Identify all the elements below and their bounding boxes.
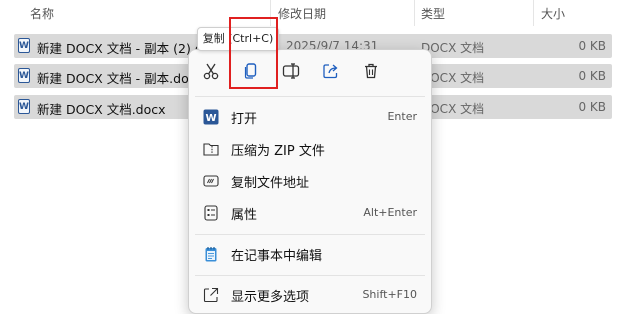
rename-button[interactable] <box>275 55 307 87</box>
column-divider[interactable] <box>414 0 415 26</box>
zip-folder-icon <box>203 143 219 156</box>
context-menu: W 打开 Enter 压缩为 ZIP 文件 复制文件地址 属性 Alt+Ente… <box>188 49 432 314</box>
menu-item-label: 复制文件地址 <box>231 176 310 191</box>
share-icon <box>323 64 338 79</box>
column-date[interactable]: 修改日期 <box>278 5 326 22</box>
menu-item-label: 属性 <box>231 208 258 223</box>
copy-path-icon <box>203 175 219 187</box>
menu-item-show-more-options[interactable]: 显示更多选项 Shift+F10 <box>195 280 425 310</box>
column-divider[interactable] <box>533 0 534 26</box>
cut-button[interactable] <box>195 55 227 87</box>
word-file-icon: W <box>18 38 30 53</box>
menu-divider <box>195 96 425 97</box>
column-name[interactable]: 名称 <box>30 5 54 22</box>
delete-button[interactable] <box>355 55 387 87</box>
menu-item-properties[interactable]: 属性 Alt+Enter <box>195 198 425 228</box>
file-size: 0 KB <box>578 69 606 83</box>
menu-item-compress-zip[interactable]: 压缩为 ZIP 文件 <box>195 134 425 164</box>
column-header: 名称 修改日期 类型 大小 <box>0 0 621 26</box>
column-divider[interactable] <box>270 0 271 26</box>
file-name: 新建 DOCX 文档.docx <box>37 102 166 117</box>
file-name: 新建 DOCX 文档 - 副本.docx <box>37 71 203 86</box>
menu-item-copy-path[interactable]: 复制文件地址 <box>195 166 425 196</box>
menu-item-edit-notepad[interactable]: 在记事本中编辑 <box>195 239 425 269</box>
word-app-icon: W <box>203 109 219 125</box>
column-size[interactable]: 大小 <box>541 5 565 22</box>
share-button[interactable] <box>315 55 347 87</box>
properties-icon <box>204 205 218 221</box>
menu-item-label: 压缩为 ZIP 文件 <box>231 144 325 159</box>
copy-icon <box>244 63 257 79</box>
copy-button[interactable] <box>235 55 267 87</box>
file-size: 0 KB <box>578 100 606 114</box>
menu-item-open[interactable]: W 打开 Enter <box>195 102 425 132</box>
menu-item-shortcut: Enter <box>387 110 417 123</box>
menu-item-label: 打开 <box>231 112 258 127</box>
svg-text:W: W <box>205 113 216 124</box>
menu-divider <box>195 234 425 235</box>
word-file-icon: W <box>18 99 30 114</box>
cut-icon <box>203 63 219 80</box>
rename-icon <box>282 63 300 79</box>
copy-tooltip: 复制 (Ctrl+C) <box>197 27 279 51</box>
menu-item-shortcut: Alt+Enter <box>363 206 417 219</box>
file-size: 0 KB <box>578 39 606 53</box>
column-type[interactable]: 类型 <box>421 5 445 22</box>
delete-icon <box>365 63 377 79</box>
menu-item-shortcut: Shift+F10 <box>362 288 417 301</box>
menu-divider <box>195 275 425 276</box>
show-more-icon <box>203 287 219 303</box>
menu-item-label: 显示更多选项 <box>231 290 310 305</box>
word-file-icon: W <box>18 68 30 83</box>
menu-item-label: 在记事本中编辑 <box>231 249 323 264</box>
notepad-icon <box>205 247 217 262</box>
